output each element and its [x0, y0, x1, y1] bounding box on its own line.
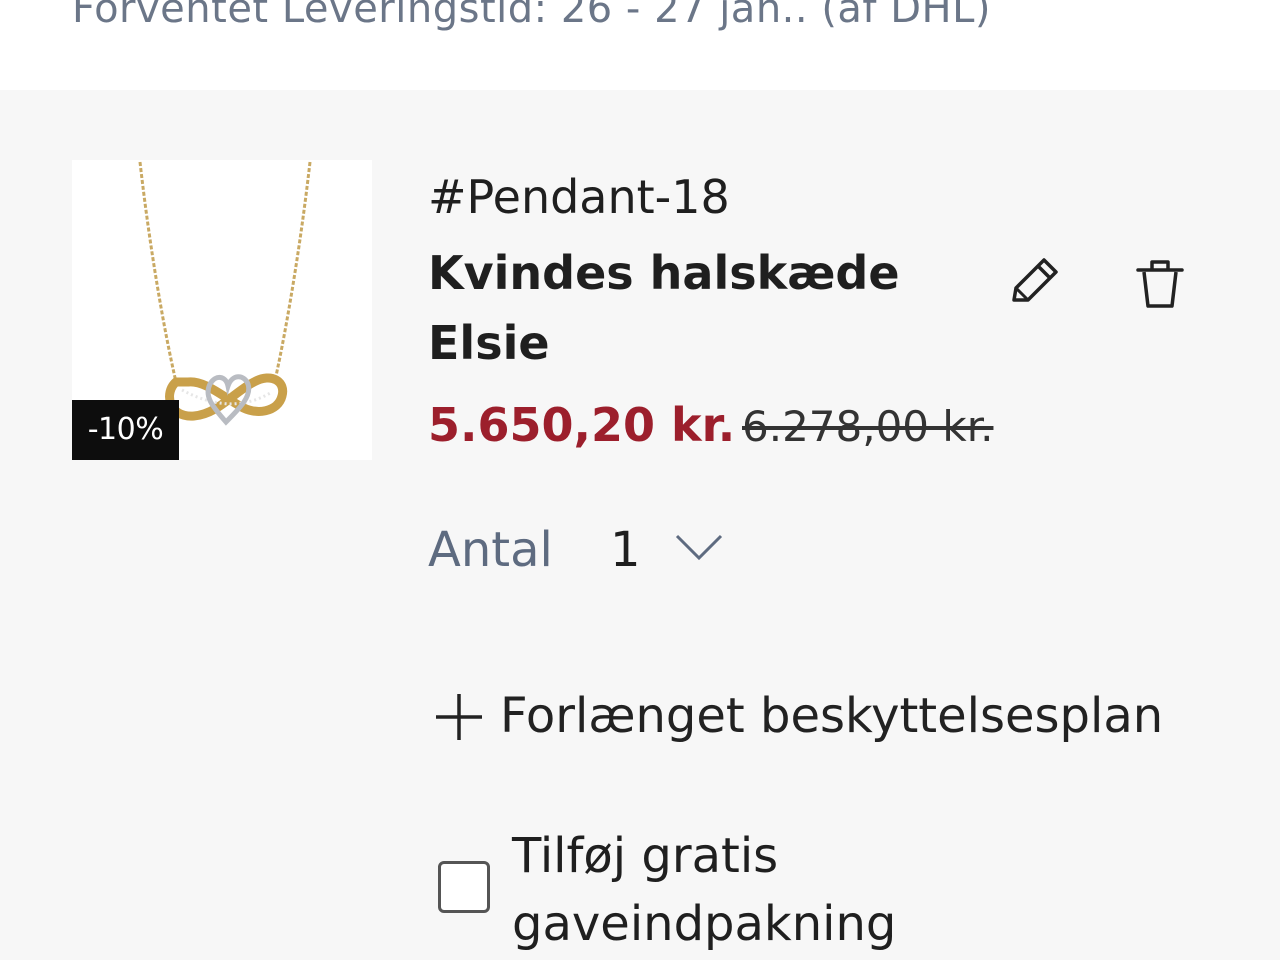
- plus-icon: [436, 694, 482, 740]
- protection-plan-label: Forlænget beskyttelsesplan: [500, 688, 1164, 744]
- sale-price: 5.650,20 kr.: [428, 398, 736, 452]
- chevron-down-icon: [675, 534, 723, 561]
- pencil-icon: [1012, 258, 1058, 302]
- quantity-select[interactable]: 1: [600, 518, 740, 588]
- delivery-header: Forventet Leveringstid: 26 - 27 jan.. (a…: [0, 0, 1280, 90]
- product-sku: #Pendant-18: [428, 170, 730, 224]
- original-price: 6.278,00 kr.: [742, 402, 994, 451]
- trash-icon: [1136, 260, 1184, 308]
- quantity-label: Antal: [428, 522, 553, 578]
- delete-button[interactable]: [1130, 252, 1190, 312]
- delivery-estimate: Forventet Leveringstid: 26 - 27 jan.. (a…: [72, 0, 991, 32]
- quantity-value: 1: [610, 522, 641, 578]
- gift-wrap-label[interactable]: Tilføj gratis gaveindpakning: [512, 822, 1032, 958]
- edit-button[interactable]: [1004, 252, 1064, 312]
- product-name[interactable]: Kvindes halskæde Elsie: [428, 238, 948, 378]
- gift-wrap-checkbox[interactable]: [438, 861, 490, 913]
- discount-badge: -10%: [72, 400, 179, 460]
